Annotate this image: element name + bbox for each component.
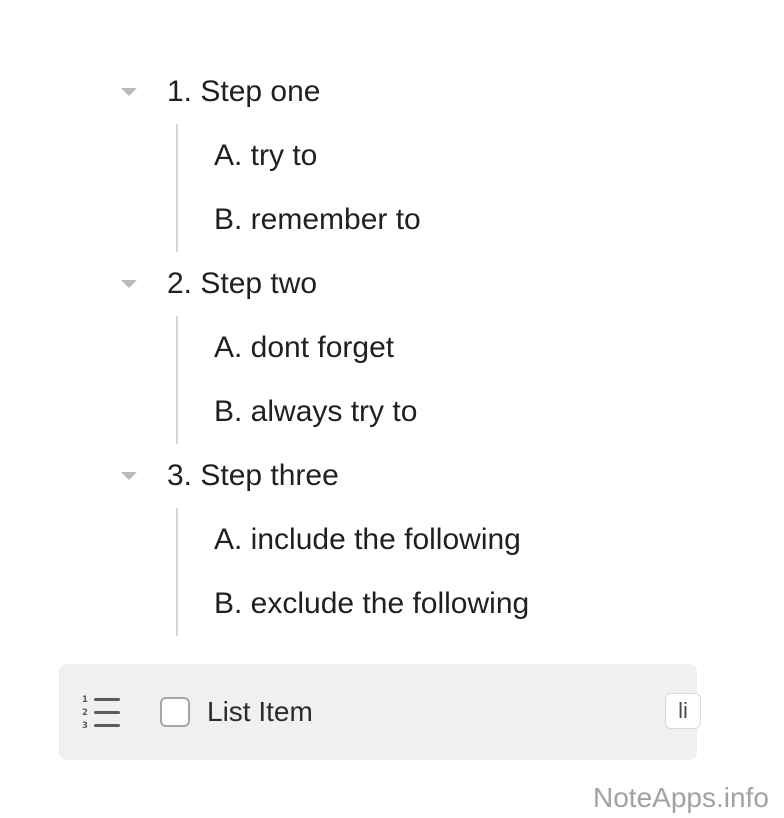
sub-item-label[interactable]: B. exclude the following [214, 586, 529, 622]
step-row: 3. Step three [0, 444, 784, 508]
step-label[interactable]: 2. Step two [167, 266, 317, 302]
sub-item: B. remember to [0, 188, 784, 252]
sub-item-label[interactable]: A. dont forget [214, 330, 394, 366]
step-label[interactable]: 3. Step three [167, 458, 339, 494]
step-row: 1. Step one [0, 60, 784, 124]
collapse-caret-icon[interactable] [118, 84, 140, 100]
list-item-checkbox[interactable] [160, 697, 190, 727]
outline-step: 2. Step two A. dont forget B. always try… [0, 252, 784, 444]
sub-item: A. dont forget [0, 316, 784, 380]
outline-step: 3. Step three A. include the following B… [0, 444, 784, 636]
sub-item-label[interactable]: B. remember to [214, 202, 421, 238]
collapse-caret-icon[interactable] [118, 468, 140, 484]
sub-list: A. dont forget B. always try to [0, 316, 784, 444]
svg-text:2: 2 [82, 708, 88, 718]
outline-step: 1. Step one A. try to B. remember to [0, 60, 784, 252]
list-item-label: List Item [207, 696, 313, 727]
sub-item-label[interactable]: B. always try to [214, 394, 417, 430]
shortcut-badge: li [665, 693, 701, 729]
sub-item: A. include the following [0, 508, 784, 572]
collapse-caret-icon[interactable] [118, 276, 140, 292]
sub-list: A. include the following B. exclude the … [0, 508, 784, 636]
sub-item: B. always try to [0, 380, 784, 444]
svg-text:1: 1 [82, 695, 88, 705]
svg-text:3: 3 [82, 721, 88, 730]
sub-item: B. exclude the following [0, 572, 784, 636]
sub-item: A. try to [0, 124, 784, 188]
sub-item-label[interactable]: A. try to [214, 138, 317, 174]
step-row: 2. Step two [0, 252, 784, 316]
outline-list: 1. Step one A. try to B. remember to 2. … [0, 60, 784, 636]
sub-list: A. try to B. remember to [0, 124, 784, 252]
step-label[interactable]: 1. Step one [167, 74, 320, 110]
numbered-list-icon: 1 2 3 [82, 694, 122, 731]
watermark: NoteApps.info [593, 782, 769, 813]
block-type-menu-item[interactable]: 1 2 3 List Item li [59, 664, 701, 760]
sub-item-label[interactable]: A. include the following [214, 522, 521, 558]
